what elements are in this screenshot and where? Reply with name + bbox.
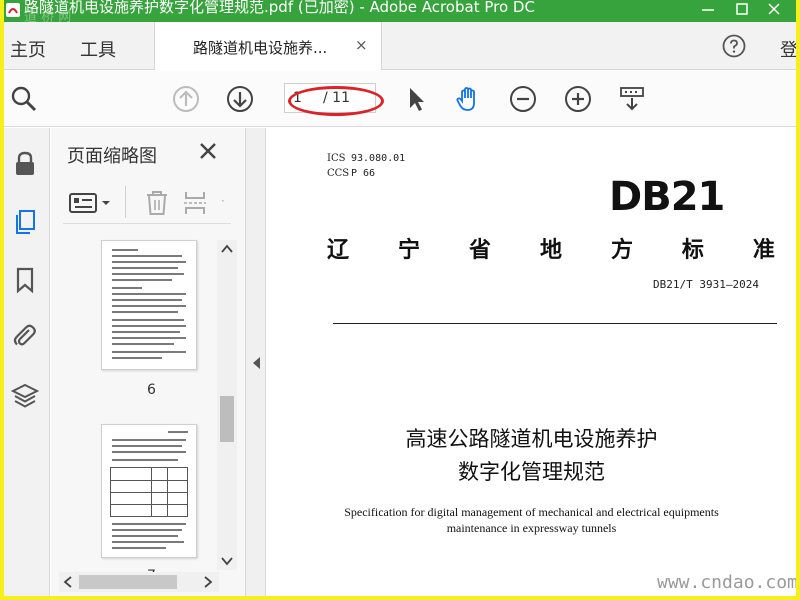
title-bar: 路隧道机电设施养护数字化管理规范.pdf (已加密) - Adobe Acrob… (4, 0, 796, 25)
ics-label: ICS (327, 153, 346, 164)
db21-logo: DB21 (609, 174, 725, 220)
thumbnail-page-number: 6 (147, 382, 156, 398)
select-arrow-icon[interactable] (402, 85, 430, 113)
view-options-icon[interactable] (618, 85, 646, 113)
heading-char: 宁 (397, 238, 420, 263)
close-panel-icon[interactable] (197, 140, 219, 162)
toolbar: 1 / 11 (4, 71, 796, 127)
extract-pages-icon[interactable] (183, 190, 207, 216)
page-up-icon[interactable] (172, 85, 200, 113)
tab-close-icon[interactable]: × (355, 36, 368, 54)
ccs-label: CCS (327, 168, 350, 179)
maximize-icon (736, 3, 748, 15)
vertical-scroll-thumb[interactable] (220, 396, 234, 442)
minimize-button[interactable] (690, 0, 724, 20)
thumbnails-vertical-scrollbar[interactable] (217, 240, 237, 570)
lock-icon[interactable] (11, 150, 39, 178)
chinese-title: 高速公路隧道机电设施养护 数字化管理规范 (267, 423, 796, 489)
province-standard-heading: 辽 宁 省 地 方 标 准 (327, 232, 775, 264)
pages-icon[interactable] (11, 208, 39, 236)
document-page: ICS 93.080.01 CCS P 66 DB21 辽 宁 省 地 方 标 … (267, 128, 796, 596)
heading-char: 省 (468, 238, 491, 263)
chinese-title-line-2: 数字化管理规范 (458, 460, 605, 484)
scroll-left-icon[interactable] (63, 576, 73, 588)
page-down-icon[interactable] (226, 85, 254, 113)
english-title-line-1: Specification for digital management of … (344, 505, 719, 519)
thumbnail-table (110, 467, 188, 517)
attachment-icon[interactable] (11, 322, 39, 350)
english-title-line-2: maintenance in expressway tunnels (446, 521, 617, 535)
heading-char: 方 (610, 238, 633, 263)
delete-icon[interactable] (145, 190, 169, 216)
search-icon[interactable] (10, 85, 38, 113)
help-icon[interactable] (722, 34, 746, 58)
sign-in-link[interactable]: 登 (780, 36, 796, 62)
thumbnails-panel-title: 页面缩略图 (67, 146, 157, 167)
tab-bar: 主页 工具 路隧道机电设施养... × 登 (4, 22, 796, 70)
ccs-value: P 66 (351, 168, 376, 179)
hand-icon[interactable] (454, 85, 482, 113)
acrobat-window: 路隧道机电设施养护数字化管理规范.pdf (已加密) - Adobe Acrob… (4, 0, 796, 596)
heading-char: 辽 (327, 238, 350, 263)
panel-collapse-strip[interactable] (246, 128, 266, 596)
maximize-button[interactable] (724, 0, 758, 20)
scroll-up-icon[interactable] (221, 244, 233, 254)
menu-home[interactable]: 主页 (10, 36, 46, 62)
horizontal-scroll-thumb[interactable] (79, 575, 177, 589)
scroll-down-icon[interactable] (221, 556, 233, 566)
layers-icon[interactable] (11, 382, 39, 410)
document-tab-label: 路隧道机电设施养... (193, 39, 328, 57)
minimize-icon (702, 9, 714, 11)
acrobat-logo-icon (6, 3, 20, 17)
zoom-out-icon[interactable] (509, 85, 537, 113)
thumbnails-panel: 页面缩略图 · 6 (51, 128, 246, 596)
standard-number: DB21/T 3931—2024 (653, 278, 759, 291)
heading-char: 标 (681, 238, 704, 263)
header-rule (333, 323, 777, 324)
annotation-ellipse (288, 86, 384, 116)
chinese-title-line-1: 高速公路隧道机电设施养护 (405, 427, 658, 451)
toolbar-divider (125, 186, 126, 218)
thumbnails-horizontal-scrollbar[interactable] (59, 572, 219, 592)
heading-char: 准 (752, 238, 775, 263)
thumbnail-options-icon[interactable] (69, 192, 113, 214)
document-tab[interactable]: 路隧道机电设施养... × (154, 22, 382, 70)
thumbnail-page-7[interactable] (101, 424, 197, 558)
close-window-button[interactable] (756, 0, 790, 20)
window-title: 路隧道机电设施养护数字化管理规范.pdf (已加密) - Adobe Acrob… (24, 0, 535, 16)
ics-value: 93.080.01 (351, 153, 406, 164)
scroll-right-icon[interactable] (203, 576, 213, 588)
heading-char: 地 (539, 238, 562, 263)
more-tools-icon[interactable]: · (221, 194, 225, 208)
english-title: Specification for digital management of … (267, 504, 796, 536)
bookmark-icon[interactable] (11, 266, 39, 294)
tool-rail (4, 128, 50, 596)
site-watermark: www.cndao.com (657, 572, 796, 593)
thumbnails-toolbar: · (63, 180, 231, 224)
thumbnail-page-6[interactable] (101, 240, 197, 370)
menu-tools[interactable]: 工具 (80, 36, 116, 62)
zoom-in-icon[interactable] (564, 85, 592, 113)
close-icon (768, 3, 780, 15)
collapse-panel-icon[interactable] (251, 356, 261, 370)
